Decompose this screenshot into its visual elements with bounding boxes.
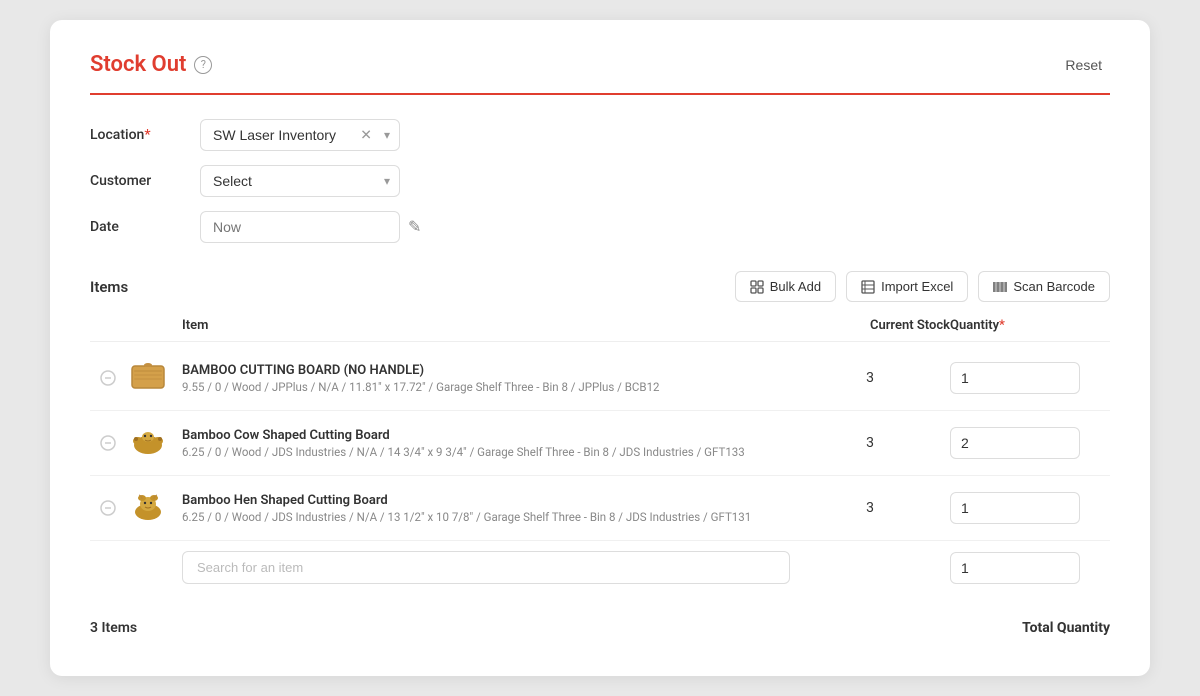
remove-icon — [100, 435, 116, 451]
footer-row: 3 Items Total Quantity — [90, 610, 1110, 636]
date-label: Date — [90, 219, 200, 235]
import-excel-icon — [861, 280, 875, 294]
remove-item-1-button[interactable] — [90, 370, 126, 386]
scan-barcode-icon — [993, 280, 1007, 294]
stock-out-card: Stock Out ? Reset Location* SW Laser Inv… — [50, 20, 1150, 676]
remove-item-3-button[interactable] — [90, 500, 126, 516]
bulk-add-icon — [750, 280, 764, 294]
help-icon[interactable]: ? — [194, 56, 212, 74]
search-item-input[interactable] — [182, 551, 790, 584]
scan-barcode-button[interactable]: Scan Barcode — [978, 271, 1110, 302]
location-label: Location* — [90, 127, 200, 143]
import-excel-button[interactable]: Import Excel — [846, 271, 968, 302]
customer-label: Customer — [90, 173, 200, 189]
item-3-desc: 6.25 / 0 / Wood / JDS Industries / N/A /… — [182, 510, 790, 524]
footer-quantity-wrapper — [950, 552, 1110, 584]
column-item: Item — [182, 318, 790, 333]
item-1-desc: 9.55 / 0 / Wood / JPPlus / N/A / 11.81" … — [182, 380, 790, 394]
total-quantity-label: Total Quantity — [1022, 620, 1110, 636]
item-1-stock: 3 — [790, 370, 950, 386]
card-header: Stock Out ? Reset — [90, 52, 1110, 95]
customer-select[interactable]: Select — [200, 165, 400, 197]
item-1-image — [126, 356, 170, 400]
column-current-stock: Current Stock — [790, 318, 950, 333]
item-2-stock: 3 — [790, 435, 950, 451]
item-3-info: Bamboo Hen Shaped Cutting Board 6.25 / 0… — [182, 493, 790, 524]
location-clear-button[interactable]: ✕ — [360, 127, 372, 144]
item-1-quantity-wrapper — [950, 362, 1110, 394]
item-2-info: Bamboo Cow Shaped Cutting Board 6.25 / 0… — [182, 428, 790, 459]
item-1-quantity-input[interactable] — [950, 362, 1080, 394]
item-3-quantity-wrapper — [950, 492, 1110, 524]
footer-quantity-input[interactable] — [950, 552, 1080, 584]
date-input[interactable] — [200, 211, 400, 243]
date-edit-icon[interactable]: ✎ — [408, 217, 421, 237]
items-count: 3 Items — [90, 620, 137, 636]
date-row: Date ✎ — [90, 211, 1110, 243]
item-1-name: BAMBOO CUTTING BOARD (NO HANDLE) — [182, 363, 790, 378]
bulk-add-button[interactable]: Bulk Add — [735, 271, 836, 302]
items-label: Items — [90, 278, 128, 296]
search-row — [90, 541, 1110, 594]
item-2-quantity-wrapper — [950, 427, 1110, 459]
item-2-desc: 6.25 / 0 / Wood / JDS Industries / N/A /… — [182, 445, 790, 459]
table-row: Bamboo Cow Shaped Cutting Board 6.25 / 0… — [90, 411, 1110, 476]
items-actions: Bulk Add Import Excel — [735, 271, 1110, 302]
location-row: Location* SW Laser Inventory ✕ ▾ — [90, 119, 1110, 151]
customer-select-wrapper: Select ▾ — [200, 165, 400, 197]
table-row: BAMBOO CUTTING BOARD (NO HANDLE) 9.55 / … — [90, 346, 1110, 411]
item-1-info: BAMBOO CUTTING BOARD (NO HANDLE) 9.55 / … — [182, 363, 790, 394]
table-row: Bamboo Hen Shaped Cutting Board 6.25 / 0… — [90, 476, 1110, 541]
item-3-image — [126, 486, 170, 530]
remove-icon — [100, 500, 116, 516]
item-3-stock: 3 — [790, 500, 950, 516]
item-2-quantity-input[interactable] — [950, 427, 1080, 459]
header-left: Stock Out ? — [90, 52, 212, 77]
remove-icon — [100, 370, 116, 386]
column-quantity: Quantity* — [950, 318, 1110, 333]
page-title: Stock Out — [90, 52, 186, 77]
item-3-name: Bamboo Hen Shaped Cutting Board — [182, 493, 790, 508]
items-section: Items Bulk Add — [90, 271, 1110, 636]
customer-row: Customer Select ▾ — [90, 165, 1110, 197]
form-section: Location* SW Laser Inventory ✕ ▾ Custome… — [90, 119, 1110, 243]
remove-item-2-button[interactable] — [90, 435, 126, 451]
location-select-wrapper: SW Laser Inventory ✕ ▾ — [200, 119, 400, 151]
item-2-name: Bamboo Cow Shaped Cutting Board — [182, 428, 790, 443]
item-2-image — [126, 421, 170, 465]
items-header: Items Bulk Add — [90, 271, 1110, 302]
reset-button[interactable]: Reset — [1057, 53, 1110, 77]
item-3-quantity-input[interactable] — [950, 492, 1080, 524]
table-header: Item Current Stock Quantity* — [90, 318, 1110, 342]
